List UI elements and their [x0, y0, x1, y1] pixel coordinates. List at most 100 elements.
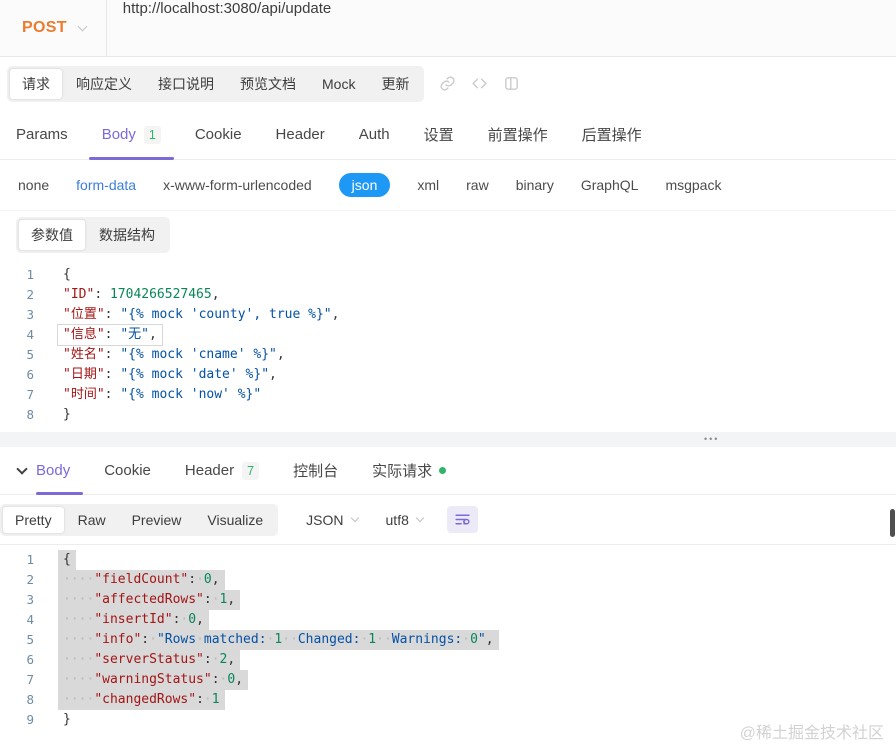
response-tab-header[interactable]: Header 7 — [168, 447, 276, 494]
code-token: : — [104, 347, 121, 362]
word-wrap-button[interactable] — [446, 506, 478, 533]
body-type-none[interactable]: none — [18, 177, 49, 193]
code-token: "Rows·matched:· — [156, 632, 275, 647]
tab-post-operations[interactable]: 后置操作 — [565, 110, 659, 159]
code-token: "时间" — [63, 387, 105, 402]
code-token: , — [148, 327, 157, 342]
doc-tab-request[interactable]: 请求 — [9, 67, 63, 100]
code-line-content[interactable]: } — [58, 405, 76, 425]
tab-pre-operations[interactable]: 前置操作 — [471, 110, 565, 159]
splitter-handle-icon[interactable]: ••• — [704, 432, 719, 447]
code-token: 1 — [368, 632, 377, 647]
doc-tab-preview-docs[interactable]: 预览文档 — [227, 68, 309, 100]
line-number: 1 — [26, 267, 34, 282]
code-token: ···· — [63, 572, 95, 587]
format-label: JSON — [306, 511, 344, 528]
body-type-x-www-form-urlencoded[interactable]: x-www-form-urlencoded — [163, 177, 312, 193]
response-tab-body[interactable]: Body — [36, 447, 87, 495]
chevron-down-icon — [77, 21, 88, 32]
code-token: · — [203, 692, 212, 707]
tab-params[interactable]: Params — [16, 110, 85, 159]
code-token: , — [485, 632, 494, 647]
code-line-content[interactable]: "姓名": "{% mock 'cname' %}", — [58, 345, 290, 365]
code-token: : — [104, 387, 121, 402]
method-selector[interactable]: POST — [0, 0, 106, 56]
response-body-editor[interactable]: 1{2 ····"fieldCount":·0, 3 ····"affectedRow… — [0, 545, 896, 749]
response-tab-actual-request[interactable]: 实际请求 — [355, 447, 463, 494]
code-token: 0 — [188, 612, 197, 627]
request-body-editor[interactable]: 1{2 "ID": 1704266527465, 3 "位置": "{% mock '… — [0, 258, 896, 432]
code-line-content[interactable]: { — [58, 265, 76, 285]
tab-cookie[interactable]: Cookie — [178, 110, 259, 159]
doc-tab-api-description[interactable]: 接口说明 — [145, 68, 227, 100]
code-line-content[interactable]: ····"info":·"Rows·matched:·1··Changed:·1… — [58, 630, 499, 650]
code-line-content[interactable]: ····"affectedRows":·1, — [58, 590, 241, 610]
body-type-binary[interactable]: binary — [516, 177, 554, 193]
tab-label: Header — [275, 126, 325, 143]
format-dropdown[interactable]: JSON — [306, 511, 359, 528]
body-type-msgpack[interactable]: msgpack — [665, 177, 721, 193]
doc-tab-update[interactable]: 更新 — [368, 68, 422, 100]
code-token: , — [235, 672, 244, 687]
param-mode-param-values[interactable]: 参数值 — [18, 218, 86, 251]
code-token: " — [477, 632, 486, 647]
code-token: 1704266527465 — [109, 287, 212, 302]
pane-splitter[interactable]: ••• — [0, 432, 896, 447]
param-mode-data-structure[interactable]: 数据结构 — [86, 219, 168, 251]
view-raw[interactable]: Raw — [65, 506, 119, 534]
tab-settings[interactable]: 设置 — [407, 110, 471, 159]
code-line-content[interactable]: { — [58, 550, 76, 570]
line-number: 8 — [26, 692, 34, 707]
tab-label: Header — [184, 462, 235, 479]
code-icon[interactable] — [471, 75, 488, 92]
response-tab-console[interactable]: 控制台 — [276, 447, 355, 494]
tab-header[interactable]: Header — [259, 110, 342, 159]
code-line: 4 "信息": "无", — [0, 325, 896, 345]
code-line: 6 "日期": "{% mock 'date' %}", — [0, 365, 896, 385]
doc-tabs-row: 请求 响应定义 接口说明 预览文档 Mock 更新 — [0, 57, 896, 110]
collapse-panel-icon[interactable] — [12, 447, 36, 494]
body-type-json[interactable]: json — [338, 173, 391, 197]
code-line-content[interactable]: ····"serverStatus":·2, — [58, 650, 241, 670]
tab-body[interactable]: Body 1 — [85, 110, 178, 160]
body-type-graphql[interactable]: GraphQL — [581, 177, 639, 193]
response-tab-cookie[interactable]: Cookie — [87, 447, 168, 494]
scrollbar-thumb[interactable] — [890, 509, 895, 537]
code-token: ··Warnings:· — [376, 632, 471, 647]
code-token: : — [141, 632, 150, 647]
code-line-content[interactable]: ····"changedRows":·1 — [58, 690, 225, 710]
code-token: , — [211, 287, 220, 302]
view-preview[interactable]: Preview — [119, 506, 195, 534]
split-panel-icon[interactable] — [503, 75, 520, 92]
code-token: , — [227, 592, 236, 607]
code-line: 7 "时间": "{% mock 'now' %}" — [0, 385, 896, 405]
code-line-content[interactable]: "ID": 1704266527465, — [58, 285, 225, 305]
code-token: , — [211, 572, 220, 587]
body-type-xml[interactable]: xml — [417, 177, 439, 193]
url-input[interactable]: http://localhost:3080/api/update — [107, 0, 896, 56]
code-line-content[interactable]: "日期": "{% mock 'date' %}", — [58, 365, 282, 385]
view-visualize[interactable]: Visualize — [194, 506, 276, 534]
whitespace-dot: · — [376, 632, 384, 647]
body-type-form-data[interactable]: form-data — [76, 177, 136, 193]
code-line-content[interactable]: ····"insertId":·0, — [58, 610, 209, 630]
code-token: ···· — [63, 672, 95, 687]
code-line-content[interactable]: "位置": "{% mock 'county', true %}", — [58, 305, 344, 325]
doc-tab-response-definition[interactable]: 响应定义 — [63, 68, 145, 100]
code-line-content[interactable]: ····"warningStatus":·0, — [58, 670, 249, 690]
count-badge: 1 — [143, 125, 161, 144]
tab-auth[interactable]: Auth — [342, 110, 407, 159]
line-number: 1 — [26, 552, 34, 567]
code-line-content[interactable]: ····"fieldCount":·0, — [58, 570, 225, 590]
code-token: ···· — [63, 632, 95, 647]
code-line-content[interactable]: "信息": "无", — [58, 325, 162, 345]
code-line-content[interactable]: "时间": "{% mock 'now' %}" — [58, 385, 266, 405]
link-icon[interactable] — [439, 75, 456, 92]
code-token: : — [94, 287, 110, 302]
doc-tab-mock[interactable]: Mock — [309, 70, 368, 98]
view-pretty[interactable]: Pretty — [2, 505, 65, 534]
encoding-dropdown[interactable]: utf8 — [386, 512, 425, 528]
code-token: : — [203, 592, 212, 607]
body-type-raw[interactable]: raw — [466, 177, 489, 193]
code-line-content[interactable]: } — [58, 710, 76, 730]
